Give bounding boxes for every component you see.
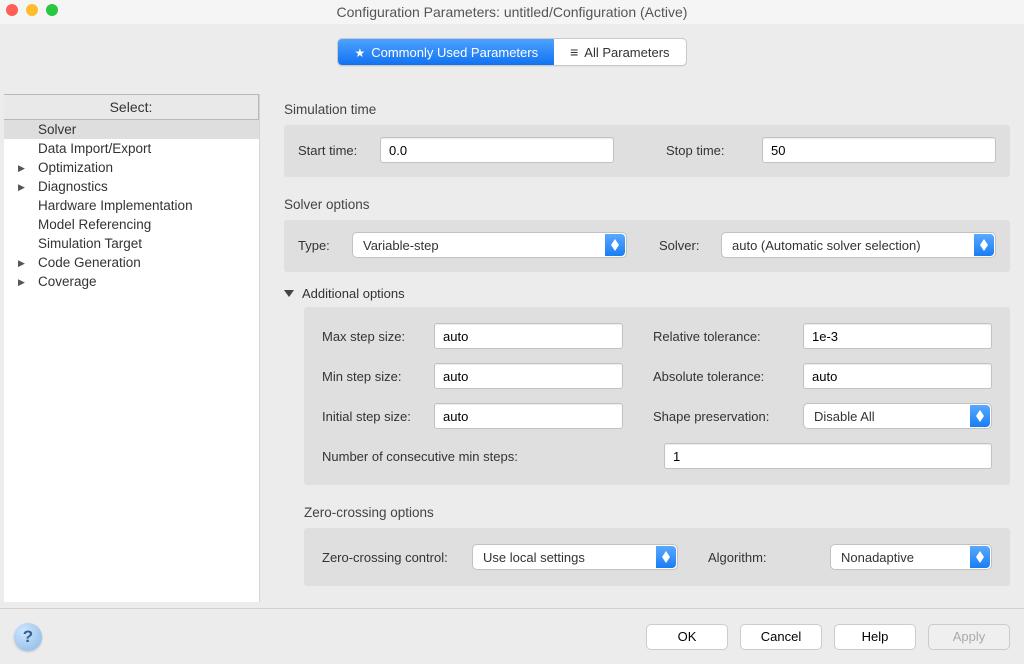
- help-button[interactable]: Help: [834, 624, 916, 650]
- start-time-input[interactable]: [380, 137, 614, 163]
- disclosure-triangle-icon[interactable]: ▶: [18, 179, 25, 196]
- window-controls: [6, 4, 58, 16]
- tree-item-solver[interactable]: Solver: [4, 120, 259, 139]
- type-select[interactable]: Variable-step: [352, 232, 627, 258]
- disclosure-triangle-icon[interactable]: ▶: [18, 255, 25, 272]
- chevrons-icon: [974, 234, 994, 256]
- zc-control-select[interactable]: Use local settings: [472, 544, 678, 570]
- additional-options-disclosure[interactable]: Additional options: [284, 286, 1010, 301]
- tree-item-coverage[interactable]: ▶Coverage: [4, 272, 259, 291]
- chevrons-icon: [605, 234, 625, 256]
- chevrons-icon: [656, 546, 676, 568]
- consec-input[interactable]: [664, 443, 992, 469]
- window-title: Configuration Parameters: untitled/Confi…: [337, 4, 688, 20]
- solver-label: Solver:: [659, 238, 715, 253]
- settings-pane: Simulation time Start time: Stop time: S…: [260, 94, 1024, 602]
- star-icon: [354, 45, 365, 60]
- parameter-tabs: Commonly Used Parameters All Parameters: [0, 38, 1024, 66]
- tab-label: Commonly Used Parameters: [371, 45, 538, 60]
- tree-item-optimization[interactable]: ▶Optimization: [4, 158, 259, 177]
- zc-algorithm-label: Algorithm:: [708, 550, 788, 565]
- start-time-label: Start time:: [298, 143, 374, 158]
- chevrons-icon: [970, 546, 990, 568]
- shape-label: Shape preservation:: [653, 409, 797, 424]
- category-tree: Select: Solver Data Import/Export ▶Optim…: [4, 94, 260, 602]
- help-icon[interactable]: ?: [14, 623, 42, 651]
- ok-button[interactable]: OK: [646, 624, 728, 650]
- tree-header: Select:: [4, 94, 259, 120]
- min-step-input[interactable]: [434, 363, 623, 389]
- zc-control-value: Use local settings: [483, 550, 585, 565]
- tree-item-data-import-export[interactable]: Data Import/Export: [4, 139, 259, 158]
- minimize-window-icon[interactable]: [26, 4, 38, 16]
- triangle-down-icon: [284, 290, 294, 297]
- footer: ? OK Cancel Help Apply: [0, 608, 1024, 664]
- zc-algorithm-select[interactable]: Nonadaptive: [830, 544, 992, 570]
- solver-select[interactable]: auto (Automatic solver selection): [721, 232, 996, 258]
- stop-time-input[interactable]: [762, 137, 996, 163]
- rel-tol-input[interactable]: [803, 323, 992, 349]
- abs-tol-input[interactable]: [803, 363, 992, 389]
- type-label: Type:: [298, 238, 346, 253]
- disclosure-triangle-icon[interactable]: ▶: [18, 274, 25, 291]
- rel-tol-label: Relative tolerance:: [653, 329, 797, 344]
- section-title-zero-crossing: Zero-crossing options: [304, 499, 1010, 528]
- type-value: Variable-step: [363, 238, 439, 253]
- chevrons-icon: [970, 405, 990, 427]
- cancel-button[interactable]: Cancel: [740, 624, 822, 650]
- abs-tol-label: Absolute tolerance:: [653, 369, 797, 384]
- tab-commonly-used[interactable]: Commonly Used Parameters: [338, 39, 554, 65]
- consec-label: Number of consecutive min steps:: [322, 449, 584, 464]
- tree-item-diagnostics[interactable]: ▶Diagnostics: [4, 177, 259, 196]
- shape-value: Disable All: [814, 409, 875, 424]
- tree-item-model-referencing[interactable]: Model Referencing: [4, 215, 259, 234]
- tree-item-simulation-target[interactable]: Simulation Target: [4, 234, 259, 253]
- section-title-solver-options: Solver options: [284, 191, 1010, 220]
- max-step-label: Max step size:: [322, 329, 428, 344]
- apply-button: Apply: [928, 624, 1010, 650]
- stop-time-label: Stop time:: [666, 143, 756, 158]
- close-window-icon[interactable]: [6, 4, 18, 16]
- title-bar: Configuration Parameters: untitled/Confi…: [0, 0, 1024, 24]
- tab-all-parameters[interactable]: All Parameters: [554, 39, 685, 65]
- tab-label: All Parameters: [584, 45, 669, 60]
- zc-algorithm-value: Nonadaptive: [841, 550, 914, 565]
- max-step-input[interactable]: [434, 323, 623, 349]
- solver-options-section: Type: Variable-step Solver: auto (Automa…: [284, 220, 1010, 272]
- init-step-input[interactable]: [434, 403, 623, 429]
- tree-item-hardware-implementation[interactable]: Hardware Implementation: [4, 196, 259, 215]
- disclosure-triangle-icon[interactable]: ▶: [18, 160, 25, 177]
- section-title-simulation-time: Simulation time: [284, 96, 1010, 125]
- zero-crossing-section: Zero-crossing control: Use local setting…: [304, 528, 1010, 586]
- simulation-time-section: Start time: Stop time:: [284, 125, 1010, 177]
- list-icon: [570, 44, 578, 60]
- additional-options-section: Max step size: Relative tolerance: Min s…: [304, 307, 1010, 485]
- zc-control-label: Zero-crossing control:: [322, 550, 466, 565]
- init-step-label: Initial step size:: [322, 409, 428, 424]
- shape-select[interactable]: Disable All: [803, 403, 992, 429]
- min-step-label: Min step size:: [322, 369, 428, 384]
- solver-value: auto (Automatic solver selection): [732, 238, 921, 253]
- additional-options-header: Additional options: [302, 286, 405, 301]
- zoom-window-icon[interactable]: [46, 4, 58, 16]
- tree-item-code-generation[interactable]: ▶Code Generation: [4, 253, 259, 272]
